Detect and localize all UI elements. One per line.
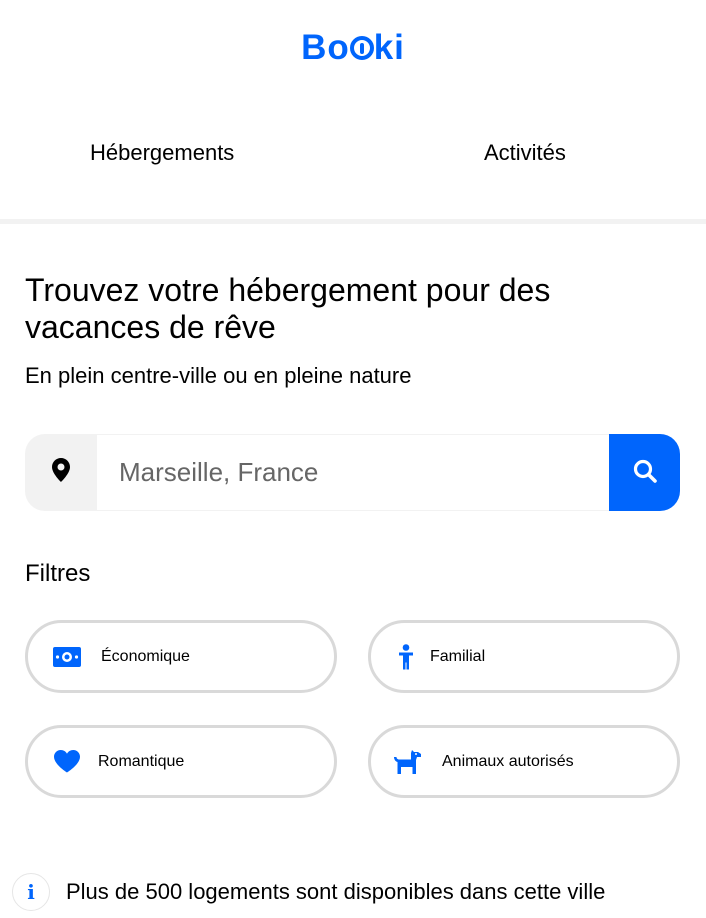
page-title: Trouvez votre hébergement pour des vacan… [25,272,551,345]
filter-label: Économique [101,648,190,665]
nav-tab-hebergements[interactable]: Hébergements [90,140,234,166]
filter-animaux-autorises[interactable]: Animaux autorisés [368,725,680,798]
info-text: Plus de 500 logements sont disponibles d… [66,879,606,904]
logo-text-right: ki [373,28,405,67]
heart-icon [50,728,84,795]
search-input[interactable] [97,434,609,511]
info-banner: i Plus de 500 logements sont disponibles… [12,873,706,913]
search-button[interactable] [609,434,680,511]
filter-label: Animaux autorisés [442,753,574,770]
logo-keyhole-icon [349,36,374,60]
filter-familial[interactable]: Familial [368,620,680,693]
map-pin-icon [52,458,70,487]
filter-label: Familial [430,648,486,665]
filters-title: Filtres [25,560,91,587]
page-subtitle: En plein centre-ville ou en pleine natur… [25,363,412,388]
main-nav: Hébergements Activités [0,140,706,180]
search-bar [25,434,680,511]
filter-label: Romantique [98,753,185,770]
filter-economique[interactable]: Économique [25,620,337,693]
money-bill-icon [50,623,84,690]
filter-romantique[interactable]: Romantique [25,725,337,798]
nav-divider [0,219,706,224]
nav-tab-activites[interactable]: Activités [484,140,566,166]
magnifier-icon [632,458,658,487]
child-icon [389,623,423,690]
dog-icon [391,728,425,795]
logo-text-left: Bo [301,28,350,67]
info-icon: i [12,873,50,911]
location-box [25,434,97,511]
booki-logo[interactable]: Bo ki [0,28,706,68]
